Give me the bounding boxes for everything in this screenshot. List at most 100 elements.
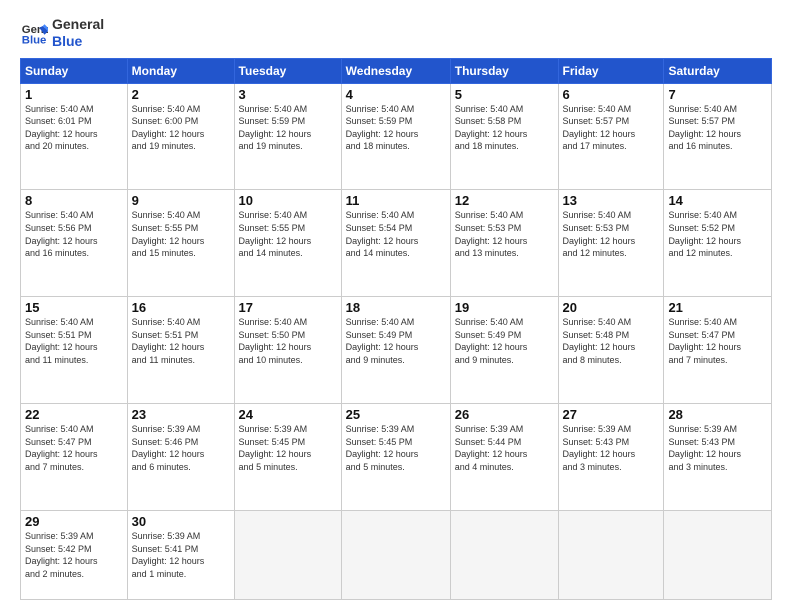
day-number: 1 — [25, 87, 123, 102]
svg-text:Blue: Blue — [22, 34, 47, 46]
day-number: 25 — [346, 407, 446, 422]
weekday-header-monday: Monday — [127, 58, 234, 83]
day-info: Sunrise: 5:40 AM Sunset: 5:55 PM Dayligh… — [239, 209, 337, 259]
day-number: 24 — [239, 407, 337, 422]
week-row-1: 1Sunrise: 5:40 AM Sunset: 6:01 PM Daylig… — [21, 83, 772, 190]
week-row-5: 29Sunrise: 5:39 AM Sunset: 5:42 PM Dayli… — [21, 510, 772, 599]
day-number: 29 — [25, 514, 123, 529]
day-info: Sunrise: 5:40 AM Sunset: 5:48 PM Dayligh… — [563, 316, 660, 366]
day-cell: 19Sunrise: 5:40 AM Sunset: 5:49 PM Dayli… — [450, 297, 558, 404]
day-cell: 12Sunrise: 5:40 AM Sunset: 5:53 PM Dayli… — [450, 190, 558, 297]
day-cell: 15Sunrise: 5:40 AM Sunset: 5:51 PM Dayli… — [21, 297, 128, 404]
day-number: 22 — [25, 407, 123, 422]
day-info: Sunrise: 5:40 AM Sunset: 5:51 PM Dayligh… — [132, 316, 230, 366]
day-number: 28 — [668, 407, 767, 422]
day-info: Sunrise: 5:40 AM Sunset: 5:55 PM Dayligh… — [132, 209, 230, 259]
day-info: Sunrise: 5:39 AM Sunset: 5:43 PM Dayligh… — [563, 423, 660, 473]
day-cell: 3Sunrise: 5:40 AM Sunset: 5:59 PM Daylig… — [234, 83, 341, 190]
logo-blue: Blue — [52, 33, 104, 50]
day-number: 18 — [346, 300, 446, 315]
day-cell: 2Sunrise: 5:40 AM Sunset: 6:00 PM Daylig… — [127, 83, 234, 190]
day-cell: 13Sunrise: 5:40 AM Sunset: 5:53 PM Dayli… — [558, 190, 664, 297]
day-info: Sunrise: 5:40 AM Sunset: 6:01 PM Dayligh… — [25, 103, 123, 153]
weekday-header-sunday: Sunday — [21, 58, 128, 83]
day-info: Sunrise: 5:40 AM Sunset: 5:53 PM Dayligh… — [455, 209, 554, 259]
day-cell — [664, 510, 772, 599]
day-info: Sunrise: 5:40 AM Sunset: 5:54 PM Dayligh… — [346, 209, 446, 259]
day-cell: 10Sunrise: 5:40 AM Sunset: 5:55 PM Dayli… — [234, 190, 341, 297]
day-cell: 30Sunrise: 5:39 AM Sunset: 5:41 PM Dayli… — [127, 510, 234, 599]
day-info: Sunrise: 5:40 AM Sunset: 5:59 PM Dayligh… — [239, 103, 337, 153]
day-cell: 27Sunrise: 5:39 AM Sunset: 5:43 PM Dayli… — [558, 404, 664, 511]
day-info: Sunrise: 5:39 AM Sunset: 5:46 PM Dayligh… — [132, 423, 230, 473]
day-cell: 26Sunrise: 5:39 AM Sunset: 5:44 PM Dayli… — [450, 404, 558, 511]
day-cell: 21Sunrise: 5:40 AM Sunset: 5:47 PM Dayli… — [664, 297, 772, 404]
day-cell: 17Sunrise: 5:40 AM Sunset: 5:50 PM Dayli… — [234, 297, 341, 404]
day-info: Sunrise: 5:39 AM Sunset: 5:45 PM Dayligh… — [346, 423, 446, 473]
day-info: Sunrise: 5:40 AM Sunset: 6:00 PM Dayligh… — [132, 103, 230, 153]
day-info: Sunrise: 5:40 AM Sunset: 5:49 PM Dayligh… — [346, 316, 446, 366]
day-number: 23 — [132, 407, 230, 422]
day-number: 9 — [132, 193, 230, 208]
day-number: 27 — [563, 407, 660, 422]
day-cell: 28Sunrise: 5:39 AM Sunset: 5:43 PM Dayli… — [664, 404, 772, 511]
day-info: Sunrise: 5:40 AM Sunset: 5:47 PM Dayligh… — [668, 316, 767, 366]
day-cell: 7Sunrise: 5:40 AM Sunset: 5:57 PM Daylig… — [664, 83, 772, 190]
day-cell: 25Sunrise: 5:39 AM Sunset: 5:45 PM Dayli… — [341, 404, 450, 511]
day-number: 15 — [25, 300, 123, 315]
weekday-header-tuesday: Tuesday — [234, 58, 341, 83]
day-cell: 1Sunrise: 5:40 AM Sunset: 6:01 PM Daylig… — [21, 83, 128, 190]
day-cell — [558, 510, 664, 599]
day-number: 4 — [346, 87, 446, 102]
logo-general: General — [52, 16, 104, 33]
day-cell: 8Sunrise: 5:40 AM Sunset: 5:56 PM Daylig… — [21, 190, 128, 297]
day-number: 6 — [563, 87, 660, 102]
day-cell: 20Sunrise: 5:40 AM Sunset: 5:48 PM Dayli… — [558, 297, 664, 404]
day-cell: 5Sunrise: 5:40 AM Sunset: 5:58 PM Daylig… — [450, 83, 558, 190]
day-number: 20 — [563, 300, 660, 315]
weekday-header-thursday: Thursday — [450, 58, 558, 83]
day-number: 26 — [455, 407, 554, 422]
calendar-table: SundayMondayTuesdayWednesdayThursdayFrid… — [20, 58, 772, 600]
day-number: 17 — [239, 300, 337, 315]
day-info: Sunrise: 5:40 AM Sunset: 5:51 PM Dayligh… — [25, 316, 123, 366]
day-cell: 22Sunrise: 5:40 AM Sunset: 5:47 PM Dayli… — [21, 404, 128, 511]
logo: General Blue General Blue — [20, 16, 104, 50]
day-info: Sunrise: 5:39 AM Sunset: 5:42 PM Dayligh… — [25, 530, 123, 580]
day-number: 3 — [239, 87, 337, 102]
day-info: Sunrise: 5:40 AM Sunset: 5:58 PM Dayligh… — [455, 103, 554, 153]
day-info: Sunrise: 5:40 AM Sunset: 5:47 PM Dayligh… — [25, 423, 123, 473]
day-info: Sunrise: 5:40 AM Sunset: 5:50 PM Dayligh… — [239, 316, 337, 366]
weekday-header-row: SundayMondayTuesdayWednesdayThursdayFrid… — [21, 58, 772, 83]
week-row-2: 8Sunrise: 5:40 AM Sunset: 5:56 PM Daylig… — [21, 190, 772, 297]
day-number: 7 — [668, 87, 767, 102]
day-info: Sunrise: 5:39 AM Sunset: 5:41 PM Dayligh… — [132, 530, 230, 580]
day-cell: 9Sunrise: 5:40 AM Sunset: 5:55 PM Daylig… — [127, 190, 234, 297]
weekday-header-friday: Friday — [558, 58, 664, 83]
day-number: 8 — [25, 193, 123, 208]
day-info: Sunrise: 5:40 AM Sunset: 5:57 PM Dayligh… — [668, 103, 767, 153]
day-cell: 16Sunrise: 5:40 AM Sunset: 5:51 PM Dayli… — [127, 297, 234, 404]
day-info: Sunrise: 5:40 AM Sunset: 5:59 PM Dayligh… — [346, 103, 446, 153]
day-number: 10 — [239, 193, 337, 208]
day-number: 13 — [563, 193, 660, 208]
day-info: Sunrise: 5:40 AM Sunset: 5:53 PM Dayligh… — [563, 209, 660, 259]
day-cell: 23Sunrise: 5:39 AM Sunset: 5:46 PM Dayli… — [127, 404, 234, 511]
day-cell — [341, 510, 450, 599]
day-info: Sunrise: 5:39 AM Sunset: 5:43 PM Dayligh… — [668, 423, 767, 473]
day-cell: 29Sunrise: 5:39 AM Sunset: 5:42 PM Dayli… — [21, 510, 128, 599]
logo-icon: General Blue — [20, 19, 48, 47]
day-number: 11 — [346, 193, 446, 208]
day-cell: 4Sunrise: 5:40 AM Sunset: 5:59 PM Daylig… — [341, 83, 450, 190]
day-number: 21 — [668, 300, 767, 315]
day-cell: 6Sunrise: 5:40 AM Sunset: 5:57 PM Daylig… — [558, 83, 664, 190]
day-number: 16 — [132, 300, 230, 315]
day-cell: 18Sunrise: 5:40 AM Sunset: 5:49 PM Dayli… — [341, 297, 450, 404]
day-cell: 24Sunrise: 5:39 AM Sunset: 5:45 PM Dayli… — [234, 404, 341, 511]
day-cell — [450, 510, 558, 599]
day-info: Sunrise: 5:40 AM Sunset: 5:56 PM Dayligh… — [25, 209, 123, 259]
day-info: Sunrise: 5:40 AM Sunset: 5:57 PM Dayligh… — [563, 103, 660, 153]
day-cell: 14Sunrise: 5:40 AM Sunset: 5:52 PM Dayli… — [664, 190, 772, 297]
day-number: 5 — [455, 87, 554, 102]
day-number: 12 — [455, 193, 554, 208]
